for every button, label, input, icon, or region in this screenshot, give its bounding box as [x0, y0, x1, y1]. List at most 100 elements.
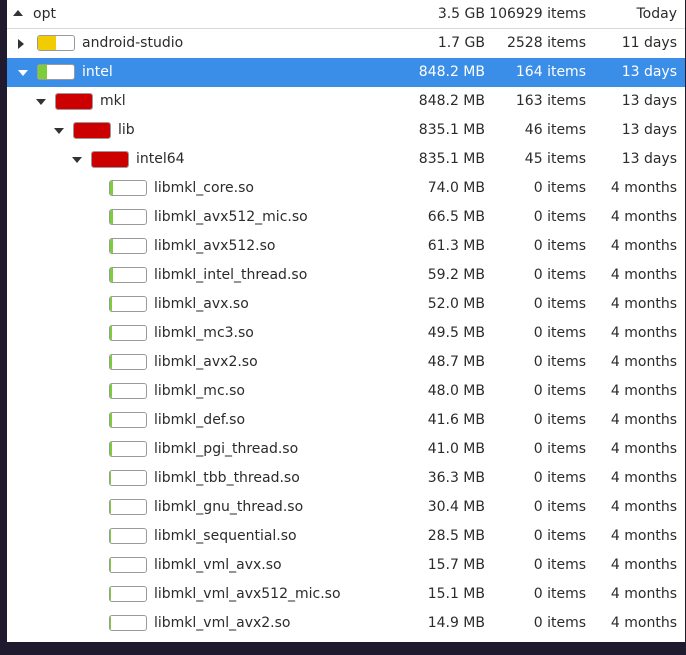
- tree-row-libmkl-intel-thread-so[interactable]: libmkl_intel_thread.so 59.2 MB 0 items 4 mo…: [7, 261, 685, 290]
- row-size: 41.6 MB: [427, 412, 485, 428]
- usage-bar-fill: [92, 152, 128, 167]
- row-size: 28.5 MB: [427, 528, 485, 544]
- tree-row-libmkl-avx-so[interactable]: libmkl_avx.so 52.0 MB 0 items 4 months: [7, 290, 685, 319]
- row-modified: 11 days: [621, 35, 677, 51]
- root-items-count: 106929 items: [489, 6, 586, 22]
- usage-bar: [55, 93, 93, 110]
- tree-row-libmkl-vml-avx2-so[interactable]: libmkl_vml_avx2.so 14.9 MB 0 items 4 months: [7, 609, 685, 638]
- row-items-count: 0 items: [533, 586, 586, 602]
- row-modified: 4 months: [610, 470, 677, 486]
- usage-bar-fill: [110, 355, 113, 369]
- usage-bar-fill: [110, 297, 113, 311]
- usage-bar: [91, 151, 129, 168]
- expander-down-icon[interactable]: [18, 70, 28, 76]
- collapse-up-icon[interactable]: [13, 10, 23, 16]
- usage-bar: [73, 122, 111, 139]
- tree-row-libmkl-core-so[interactable]: libmkl_core.so 74.0 MB 0 items 4 months: [7, 174, 685, 203]
- usage-bar: [109, 528, 147, 544]
- row-modified: 4 months: [610, 383, 677, 399]
- usage-bar-fill: [110, 616, 111, 630]
- expander-down-icon[interactable]: [72, 157, 82, 163]
- row-name: mkl: [100, 93, 126, 109]
- usage-bar: [109, 586, 147, 602]
- tree-row-libmkl-gnu-thread-so[interactable]: libmkl_gnu_thread.so 30.4 MB 0 items 4 mont…: [7, 493, 685, 522]
- usage-bar: [109, 383, 147, 399]
- usage-bar-fill: [110, 558, 111, 572]
- expander-down-icon[interactable]: [36, 99, 46, 105]
- row-items-count: 0 items: [533, 180, 586, 196]
- row-modified: 4 months: [610, 325, 677, 341]
- row-name: intel64: [136, 151, 185, 167]
- tree-row-libmkl-mc-so[interactable]: libmkl_mc.so 48.0 MB 0 items 4 months: [7, 377, 685, 406]
- usage-bar: [109, 499, 147, 515]
- row-size: 15.1 MB: [427, 586, 485, 602]
- row-name: libmkl_vml_avx2.so: [154, 615, 291, 631]
- row-items-count: 45 items: [524, 151, 586, 167]
- row-size: 41.0 MB: [427, 441, 485, 457]
- row-size: 48.0 MB: [427, 383, 485, 399]
- row-size: 59.2 MB: [427, 267, 485, 283]
- usage-bar-fill: [110, 529, 112, 543]
- row-size: 36.3 MB: [427, 470, 485, 486]
- row-name: libmkl_mc.so: [154, 383, 245, 399]
- row-name: libmkl_intel_thread.so: [154, 267, 308, 283]
- row-name: lib: [118, 122, 135, 138]
- row-size: 1.7 GB: [437, 35, 485, 51]
- row-name: libmkl_vml_avx512_mic.so: [154, 586, 341, 602]
- row-modified: 4 months: [610, 267, 677, 283]
- row-items-count: 0 items: [533, 412, 586, 428]
- row-name: libmkl_avx512_mic.so: [154, 209, 308, 225]
- tree-row-mkl[interactable]: mkl 848.2 MB 163 items 13 days: [7, 87, 685, 116]
- tree-row-libmkl-pgi-thread-so[interactable]: libmkl_pgi_thread.so 41.0 MB 0 items 4 mont…: [7, 435, 685, 464]
- tree-row-libmkl-tbb-thread-so[interactable]: libmkl_tbb_thread.so 36.3 MB 0 items 4 mont…: [7, 464, 685, 493]
- tree-row-intel[interactable]: intel 848.2 MB 164 items 13 days: [7, 58, 685, 87]
- row-items-count: 0 items: [533, 267, 586, 283]
- tree-row-libmkl-avx512-so[interactable]: libmkl_avx512.so 61.3 MB 0 items 4 months: [7, 232, 685, 261]
- usage-bar-fill: [38, 36, 56, 50]
- expander-down-icon[interactable]: [54, 128, 64, 134]
- row-name: libmkl_avx.so: [154, 296, 249, 312]
- usage-bar: [109, 354, 147, 370]
- row-modified: 4 months: [610, 557, 677, 573]
- usage-bar-fill: [110, 471, 112, 485]
- row-items-count: 163 items: [515, 93, 586, 109]
- row-size: 14.9 MB: [427, 615, 485, 631]
- usage-bar-fill: [38, 65, 47, 79]
- row-name: android-studio: [82, 35, 184, 51]
- tree-row-lib[interactable]: lib 835.1 MB 46 items 13 days: [7, 116, 685, 145]
- tree-row-libmkl-avx2-so[interactable]: libmkl_avx2.so 48.7 MB 0 items 4 months: [7, 348, 685, 377]
- row-size: 52.0 MB: [427, 296, 485, 312]
- row-items-count: 0 items: [533, 557, 586, 573]
- disk-usage-tree: opt 3.5 GB 106929 items Today android-st…: [7, 0, 685, 642]
- usage-bar: [109, 209, 147, 225]
- usage-bar: [109, 325, 147, 341]
- row-items-count: 0 items: [533, 238, 586, 254]
- row-modified: 4 months: [610, 180, 677, 196]
- row-modified: 13 days: [621, 151, 677, 167]
- tree-row-libmkl-avx512-mic-so[interactable]: libmkl_avx512_mic.so 66.5 MB 0 items 4 mont…: [7, 203, 685, 232]
- usage-bar-fill: [110, 181, 114, 195]
- usage-bar-fill: [110, 413, 112, 427]
- usage-bar: [109, 412, 147, 428]
- root-folder-name: opt: [33, 6, 56, 22]
- tree-row-libmkl-sequential-so[interactable]: libmkl_sequential.so 28.5 MB 0 items 4 mont…: [7, 522, 685, 551]
- usage-bar: [109, 441, 147, 457]
- row-items-count: 0 items: [533, 296, 586, 312]
- usage-bar: [109, 296, 147, 312]
- row-name: libmkl_avx2.so: [154, 354, 258, 370]
- row-name: libmkl_def.so: [154, 412, 246, 428]
- tree-row-libmkl-mc3-so[interactable]: libmkl_mc3.so 49.5 MB 0 items 4 months: [7, 319, 685, 348]
- tree-row-libmkl-vml-avx-so[interactable]: libmkl_vml_avx.so 15.7 MB 0 items 4 months: [7, 551, 685, 580]
- expander-right-icon[interactable]: [18, 39, 24, 49]
- usage-bar-fill: [110, 587, 111, 601]
- tree-row-libmkl-def-so[interactable]: libmkl_def.so 41.6 MB 0 items 4 months: [7, 406, 685, 435]
- row-name: libmkl_pgi_thread.so: [154, 441, 299, 457]
- row-items-count: 2528 items: [506, 35, 586, 51]
- tree-row-android-studio[interactable]: android-studio 1.7 GB 2528 items 11 days: [7, 29, 685, 58]
- row-modified: 4 months: [610, 296, 677, 312]
- tree-row-intel64[interactable]: intel64 835.1 MB 45 items 13 days: [7, 145, 685, 174]
- tree-header-row[interactable]: opt 3.5 GB 106929 items Today: [7, 0, 685, 29]
- tree-row-libmkl-vml-avx512-mic-so[interactable]: libmkl_vml_avx512_mic.so 15.1 MB 0 items 4 …: [7, 580, 685, 609]
- usage-bar: [109, 180, 147, 196]
- row-modified: 4 months: [610, 354, 677, 370]
